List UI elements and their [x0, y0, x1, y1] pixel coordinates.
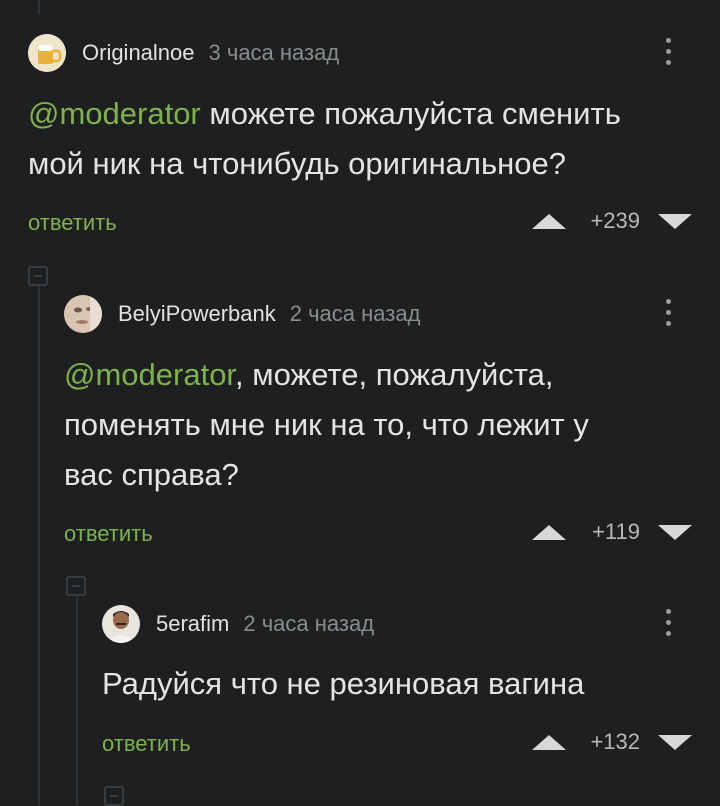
- comment-text-line: можете пожалуйста сменить: [200, 96, 621, 131]
- comment-text-line: поменять мне ник на то, что лежит у: [64, 407, 589, 442]
- upvote-icon[interactable]: [532, 734, 566, 750]
- timestamp: 3 часа назад: [208, 40, 340, 65]
- comment-text-line: Радуйся что не резиновая вагина: [102, 666, 585, 701]
- more-options-icon[interactable]: [666, 609, 672, 636]
- comment-rating: +132: [532, 727, 692, 757]
- thread-line-level2: [76, 594, 78, 805]
- mention-link[interactable]: @moderator: [64, 357, 235, 392]
- upvote-icon[interactable]: [532, 213, 566, 229]
- reply-button[interactable]: ответить: [64, 521, 153, 547]
- upvote-icon[interactable]: [532, 524, 566, 540]
- timestamp: 2 часа назад: [243, 611, 375, 636]
- timestamp: 2 часа назад: [289, 301, 421, 326]
- score-value: +119: [592, 519, 640, 544]
- reply-button[interactable]: ответить: [102, 731, 191, 757]
- face-closeup-avatar[interactable]: [64, 295, 102, 333]
- comment-text-line: вас справа?: [64, 457, 239, 492]
- username[interactable]: BelyiPowerbank: [118, 301, 276, 327]
- comment-text: @moderator, можете, пожалуйста, поменять…: [64, 350, 589, 500]
- collapse-thread-button[interactable]: [28, 266, 48, 286]
- comment-header: BelyiPowerbank 2 часа назад: [64, 292, 420, 336]
- mention-link[interactable]: @moderator: [28, 96, 201, 131]
- collapse-thread-button[interactable]: [66, 576, 86, 596]
- comment-text: @moderator можете пожалуйста сменить мой…: [28, 89, 621, 189]
- thread-line-root: [38, 0, 40, 14]
- more-options-icon[interactable]: [666, 38, 672, 65]
- comment-header: 5erafim 2 часа назад: [102, 602, 374, 646]
- username[interactable]: 5erafim: [156, 611, 229, 637]
- beer-mug-avatar[interactable]: [28, 34, 66, 72]
- more-options-icon[interactable]: [666, 299, 672, 326]
- downvote-icon[interactable]: [658, 213, 692, 229]
- score-value: +132: [590, 729, 640, 754]
- man-portrait-avatar[interactable]: [102, 605, 140, 643]
- score-value: +239: [590, 208, 640, 233]
- comment-text-line: , можете, пожалуйста,: [235, 357, 554, 392]
- collapse-thread-button[interactable]: [104, 786, 124, 806]
- thread-line-level1: [38, 286, 40, 805]
- reply-button[interactable]: ответить: [28, 210, 117, 236]
- comment-header: Originalnoe 3 часа назад: [28, 31, 339, 75]
- username[interactable]: Originalnoe: [82, 40, 195, 66]
- comment-rating: +119: [532, 517, 692, 547]
- comment-text: Радуйся что не резиновая вагина: [102, 659, 584, 709]
- comment-rating: +239: [532, 206, 692, 236]
- downvote-icon[interactable]: [658, 524, 692, 540]
- downvote-icon[interactable]: [658, 734, 692, 750]
- comment-text-line: мой ник на чтонибудь оригинальное?: [28, 146, 567, 181]
